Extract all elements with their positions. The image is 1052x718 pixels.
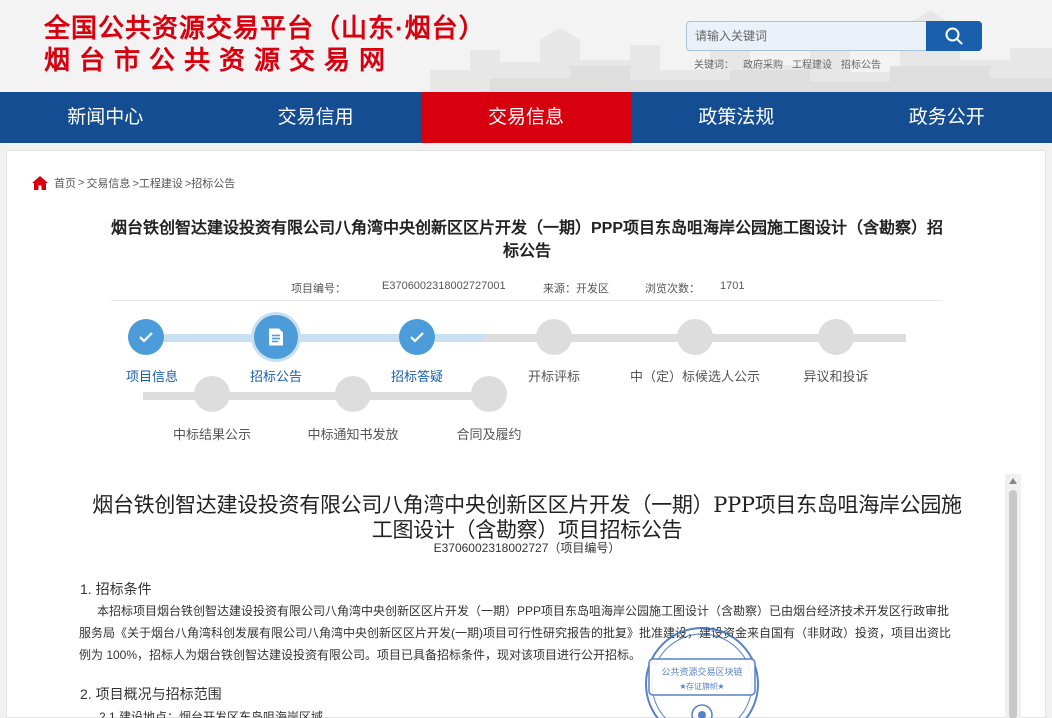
step-label[interactable]: 招标答疑 — [391, 366, 443, 385]
project-code-label: 项目编号： — [291, 283, 346, 295]
document-title: 烟台铁创智达建设投资有限公司八角湾中央创新区区片开发（一期）PPP项目东岛咀海岸… — [92, 493, 962, 542]
keyword-link[interactable]: 招标公告 — [841, 60, 881, 71]
site-title-secondary: 烟台市公共资源交易网 — [44, 45, 395, 75]
search-icon — [945, 27, 963, 45]
views-count: 1701 — [720, 280, 745, 292]
keyword-link[interactable]: 工程建设 — [792, 60, 832, 71]
subsection-text: 2.1 建设地点：烟台开发区东岛咀海岸区域 — [99, 710, 324, 718]
document-scrollbar[interactable] — [1005, 474, 1021, 718]
step-candidate-marker[interactable] — [677, 319, 713, 355]
step-clarification-marker[interactable] — [399, 319, 435, 355]
breadcrumb: 首页 > 交易信息 >工程建设 >招标公告 — [31, 175, 237, 191]
home-icon — [32, 176, 48, 190]
project-code-value: E3706002318002727001 — [382, 280, 506, 292]
nav-item-trading-info[interactable]: 交易信息 — [420, 92, 632, 143]
step-award-result-marker[interactable] — [194, 376, 230, 412]
keywords-label: 关键词： — [694, 60, 734, 71]
section-heading: 2. 项目概况与招标范围 — [80, 686, 222, 702]
step-label[interactable]: 开标评标 — [528, 366, 580, 385]
step-label[interactable]: 异议和投诉 — [803, 366, 868, 385]
star-icon: ★ — [717, 682, 724, 691]
breadcrumb-tender-notice[interactable]: >招标公告 — [185, 175, 235, 191]
nav-item-policy[interactable]: 政策法规 — [631, 92, 841, 143]
step-label[interactable]: 合同及履约 — [456, 424, 521, 443]
main-nav: 新闻中心 交易信用 交易信息 政策法规 政务公开 — [0, 92, 1052, 143]
scrollbar-thumb[interactable] — [1009, 490, 1017, 718]
step-label[interactable]: 中标结果公示 — [173, 424, 251, 443]
document-icon — [269, 328, 283, 346]
document-project-code: E3706002318002727（项目编号） — [433, 541, 621, 555]
blockchain-certification-stamp: 公共资源交易区块链 存证旗帜 ★ ★ — [645, 627, 759, 718]
search-input[interactable] — [686, 21, 926, 51]
keyword-link[interactable]: 政府采购 — [743, 60, 783, 71]
source-text: 来源：开发区 — [543, 283, 609, 295]
breadcrumb-home[interactable]: 首页 — [54, 175, 76, 191]
nav-item-credit[interactable]: 交易信用 — [210, 92, 420, 143]
breadcrumb-trading-info[interactable]: 交易信息 — [86, 175, 130, 191]
section-heading: 1. 招标条件 — [80, 581, 152, 597]
site-header: 全国公共资源交易平台（山东·烟台） 烟台市公共资源交易网 关键词：政府采购工程建… — [0, 0, 1052, 92]
stamp-text-bottom: 存证旗帜 — [686, 681, 718, 691]
star-icon: ★ — [679, 682, 686, 691]
step-project-info-marker[interactable] — [128, 319, 164, 355]
check-icon — [139, 332, 153, 343]
breadcrumb-separator: > — [78, 177, 85, 189]
step-bid-opening-marker[interactable] — [536, 319, 572, 355]
views-label: 浏览次数： — [645, 283, 700, 295]
step-award-notice-marker[interactable] — [335, 376, 371, 412]
breadcrumb-engineering[interactable]: >工程建设 — [132, 175, 182, 191]
step-contract-marker[interactable] — [471, 376, 507, 412]
step-tender-notice-marker[interactable] — [254, 315, 298, 359]
nav-item-news[interactable]: 新闻中心 — [0, 92, 210, 143]
search-button[interactable] — [926, 21, 982, 51]
divider — [111, 300, 943, 301]
hot-keywords: 关键词： 政府采购 工程建设 招标公告 — [694, 56, 890, 71]
page-title: 烟台铁创智达建设投资有限公司八角湾中央创新区区片开发（一期）PPP项目东岛咀海岸… — [110, 220, 944, 260]
scroll-up-arrow-icon[interactable] — [1009, 478, 1017, 484]
content-panel: 首页 > 交易信息 >工程建设 >招标公告 烟台铁创智达建设投资有限公司八角湾中… — [6, 150, 1046, 718]
nav-item-public-affairs[interactable]: 政务公开 — [842, 92, 1052, 143]
stamp-text-top: 公共资源交易区块链 — [661, 666, 742, 678]
check-icon — [410, 332, 424, 343]
step-label[interactable]: 招标公告 — [250, 366, 302, 385]
step-label[interactable]: 中标通知书发放 — [307, 424, 398, 443]
step-label[interactable]: 中（定）标候选人公示 — [630, 366, 760, 385]
step-objection-marker[interactable] — [818, 319, 854, 355]
step-label[interactable]: 项目信息 — [126, 366, 178, 385]
section-paragraph: 本招标项目烟台铁创智达建设投资有限公司八角湾中央创新区区片开发（一期）PPP项目… — [79, 604, 951, 662]
